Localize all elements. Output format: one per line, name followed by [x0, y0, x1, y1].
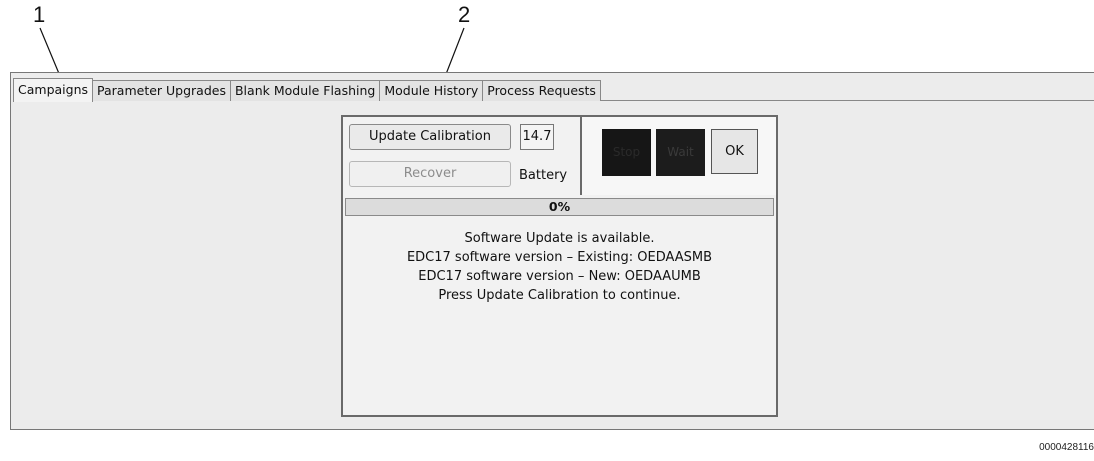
wait-light: Wait [656, 129, 705, 176]
tabstrip: Campaigns Parameter Upgrades Blank Modul… [13, 78, 601, 102]
progress-bar: 0% [345, 198, 774, 216]
battery-voltage-readout: 14.7 [520, 124, 554, 150]
callout-2: 2 [458, 2, 471, 27]
calibration-panel: Update Calibration Recover 14.7 Battery … [341, 115, 778, 417]
message-line: EDC17 software version – New: OEDAAUMB [418, 269, 701, 284]
ok-button[interactable]: OK [711, 129, 758, 174]
tab-module-history[interactable]: Module History [379, 80, 484, 101]
status-lights: Stop Wait OK [580, 117, 776, 195]
callout-1: 1 [33, 2, 46, 27]
progress-text: 0% [548, 199, 571, 214]
figure-id: 0000428116 [1039, 442, 1094, 453]
stop-light: Stop [602, 129, 651, 176]
battery-label: Battery [519, 168, 568, 183]
message-line: Software Update is available. [464, 231, 655, 246]
message-line: EDC17 software version – Existing: OEDAA… [406, 250, 713, 265]
recover-button[interactable]: Recover [349, 161, 511, 187]
update-calibration-button[interactable]: Update Calibration [349, 124, 511, 150]
message-line: Press Update Calibration to continue. [438, 288, 681, 303]
tab-process-requests[interactable]: Process Requests [482, 80, 601, 101]
status-messages: Software Update is available. EDC17 soft… [343, 229, 776, 305]
tab-blank-module-flashing[interactable]: Blank Module Flashing [229, 80, 381, 101]
tab-parameter-upgrades[interactable]: Parameter Upgrades [92, 80, 231, 101]
tab-campaigns[interactable]: Campaigns [13, 78, 94, 102]
